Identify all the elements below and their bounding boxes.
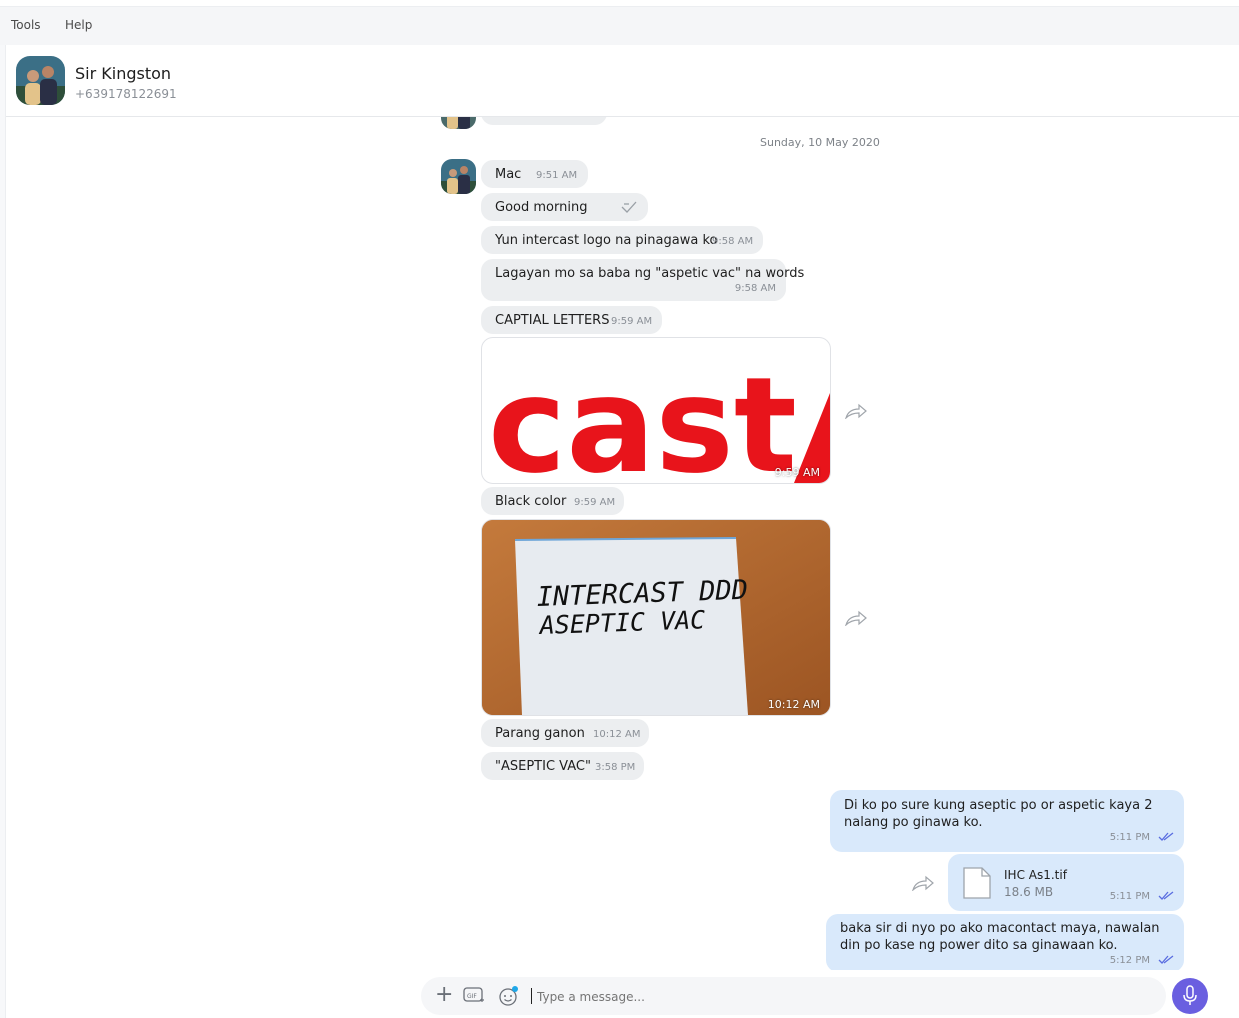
message-bubble[interactable]: Lagayan mo sa baba ng "aspetic vac" na w… <box>481 259 804 301</box>
message-text: Di ko po sure kung aseptic po or aspetic… <box>844 798 1153 830</box>
message-time: 3:58 PM <box>595 762 636 773</box>
message-text: baka sir di nyo po ako macontact maya, n… <box>840 921 1160 953</box>
message-time: 9:58 AM <box>734 283 776 294</box>
read-receipt-icon <box>1158 832 1174 841</box>
message-bubble[interactable]: Black color 9:59 AM <box>481 487 624 515</box>
file-name: IHC As1.tif <box>1004 868 1067 882</box>
sender-avatar <box>441 117 476 129</box>
contact-name: Sir Kingston <box>75 64 172 83</box>
message-time: 5:11 PM <box>1109 891 1150 902</box>
message-bubble[interactable]: Good morning <box>481 193 648 221</box>
message-bubble[interactable]: Parang ganon 10:12 AM <box>481 719 649 747</box>
message-time: 9:51 AM <box>536 170 578 181</box>
date-separator: Sunday, 10 May 2020 <box>760 136 880 149</box>
message-time: 9:58 AM <box>712 236 754 247</box>
message-bubble[interactable]: Yun intercast logo na pinagawa ko 9:58 A… <box>481 226 763 254</box>
document-icon <box>963 867 991 899</box>
message-time: 9:59 AM <box>611 316 653 327</box>
forward-arrow-icon[interactable] <box>845 403 867 419</box>
message-text: Black color <box>495 494 567 509</box>
gif-icon[interactable]: GIF <box>463 986 485 1004</box>
image-message[interactable]: INTERCAST DDD ASEPTIC VAC 10:12 AM <box>481 519 831 716</box>
read-receipt-icon <box>1158 955 1174 964</box>
image-message[interactable]: cast 9:59 AM <box>481 337 831 484</box>
message-input[interactable] <box>535 985 1039 1009</box>
note-line-2: ASEPTIC VAC <box>537 605 705 640</box>
contact-phone: +639178122691 <box>75 87 177 101</box>
message-text: "ASEPTIC VAC" <box>495 759 591 774</box>
logo-word: cast <box>488 349 797 483</box>
message-time: 10:12 AM <box>593 729 641 740</box>
forward-arrow-icon[interactable] <box>845 610 867 626</box>
message-text: Parang ganon <box>495 726 585 741</box>
menu-tools[interactable]: Tools <box>11 18 41 32</box>
message-time: 5:11 PM <box>1109 832 1150 843</box>
message-time: 9:59 AM <box>574 497 616 508</box>
message-text: Good morning <box>495 200 588 215</box>
message-time: 5:12 PM <box>1109 955 1150 966</box>
outgoing-message-bubble[interactable]: baka sir di nyo po ako macontact maya, n… <box>826 914 1184 970</box>
menu-bar: Tools Help <box>0 6 1239 46</box>
message-text: CAPTIAL LETTERS <box>495 313 610 328</box>
message-text: Mac <box>495 167 522 182</box>
logo-image: cast <box>488 349 830 483</box>
message-bubble[interactable]: "ASEPTIC VAC" 3:58 PM <box>481 752 644 780</box>
menu-help[interactable]: Help <box>65 18 92 32</box>
sender-avatar[interactable] <box>441 159 476 194</box>
contact-avatar[interactable] <box>16 56 65 105</box>
text-caret <box>531 988 532 1004</box>
svg-text:GIF: GIF <box>467 993 477 1000</box>
message-bubble-cut[interactable] <box>481 117 607 125</box>
message-bubble[interactable]: Mac 9:51 AM <box>481 160 588 188</box>
file-message-bubble[interactable]: IHC As1.tif 18.6 MB 5:11 PM <box>948 854 1184 911</box>
read-receipt-icon <box>1158 891 1174 900</box>
plus-icon[interactable]: + <box>435 983 453 1007</box>
file-size: 18.6 MB <box>1004 885 1054 899</box>
message-text: Lagayan mo sa baba ng "aspetic vac" na w… <box>495 266 805 281</box>
message-bubble[interactable]: CAPTIAL LETTERS 9:59 AM <box>481 306 662 334</box>
image-time: 9:59 AM <box>774 466 820 479</box>
message-composer: + GIF <box>421 977 1166 1015</box>
note-photo: INTERCAST DDD ASEPTIC VAC <box>482 520 830 715</box>
conversation-header: Sir Kingston +639178122691 <box>6 45 1239 117</box>
emoji-icon[interactable] <box>497 985 519 1007</box>
outgoing-message-bubble[interactable]: Di ko po sure kung aseptic po or aspetic… <box>830 790 1184 852</box>
message-text: Yun intercast logo na pinagawa ko <box>495 233 718 248</box>
forward-arrow-icon[interactable] <box>912 875 934 891</box>
microphone-icon <box>1183 985 1197 1005</box>
chat-history[interactable]: Sunday, 10 May 2020 Mac 9:51 AM Good mor… <box>6 117 1239 970</box>
microphone-button[interactable] <box>1172 978 1208 1014</box>
image-time: 10:12 AM <box>767 698 820 711</box>
reaction-icon[interactable] <box>621 200 637 214</box>
